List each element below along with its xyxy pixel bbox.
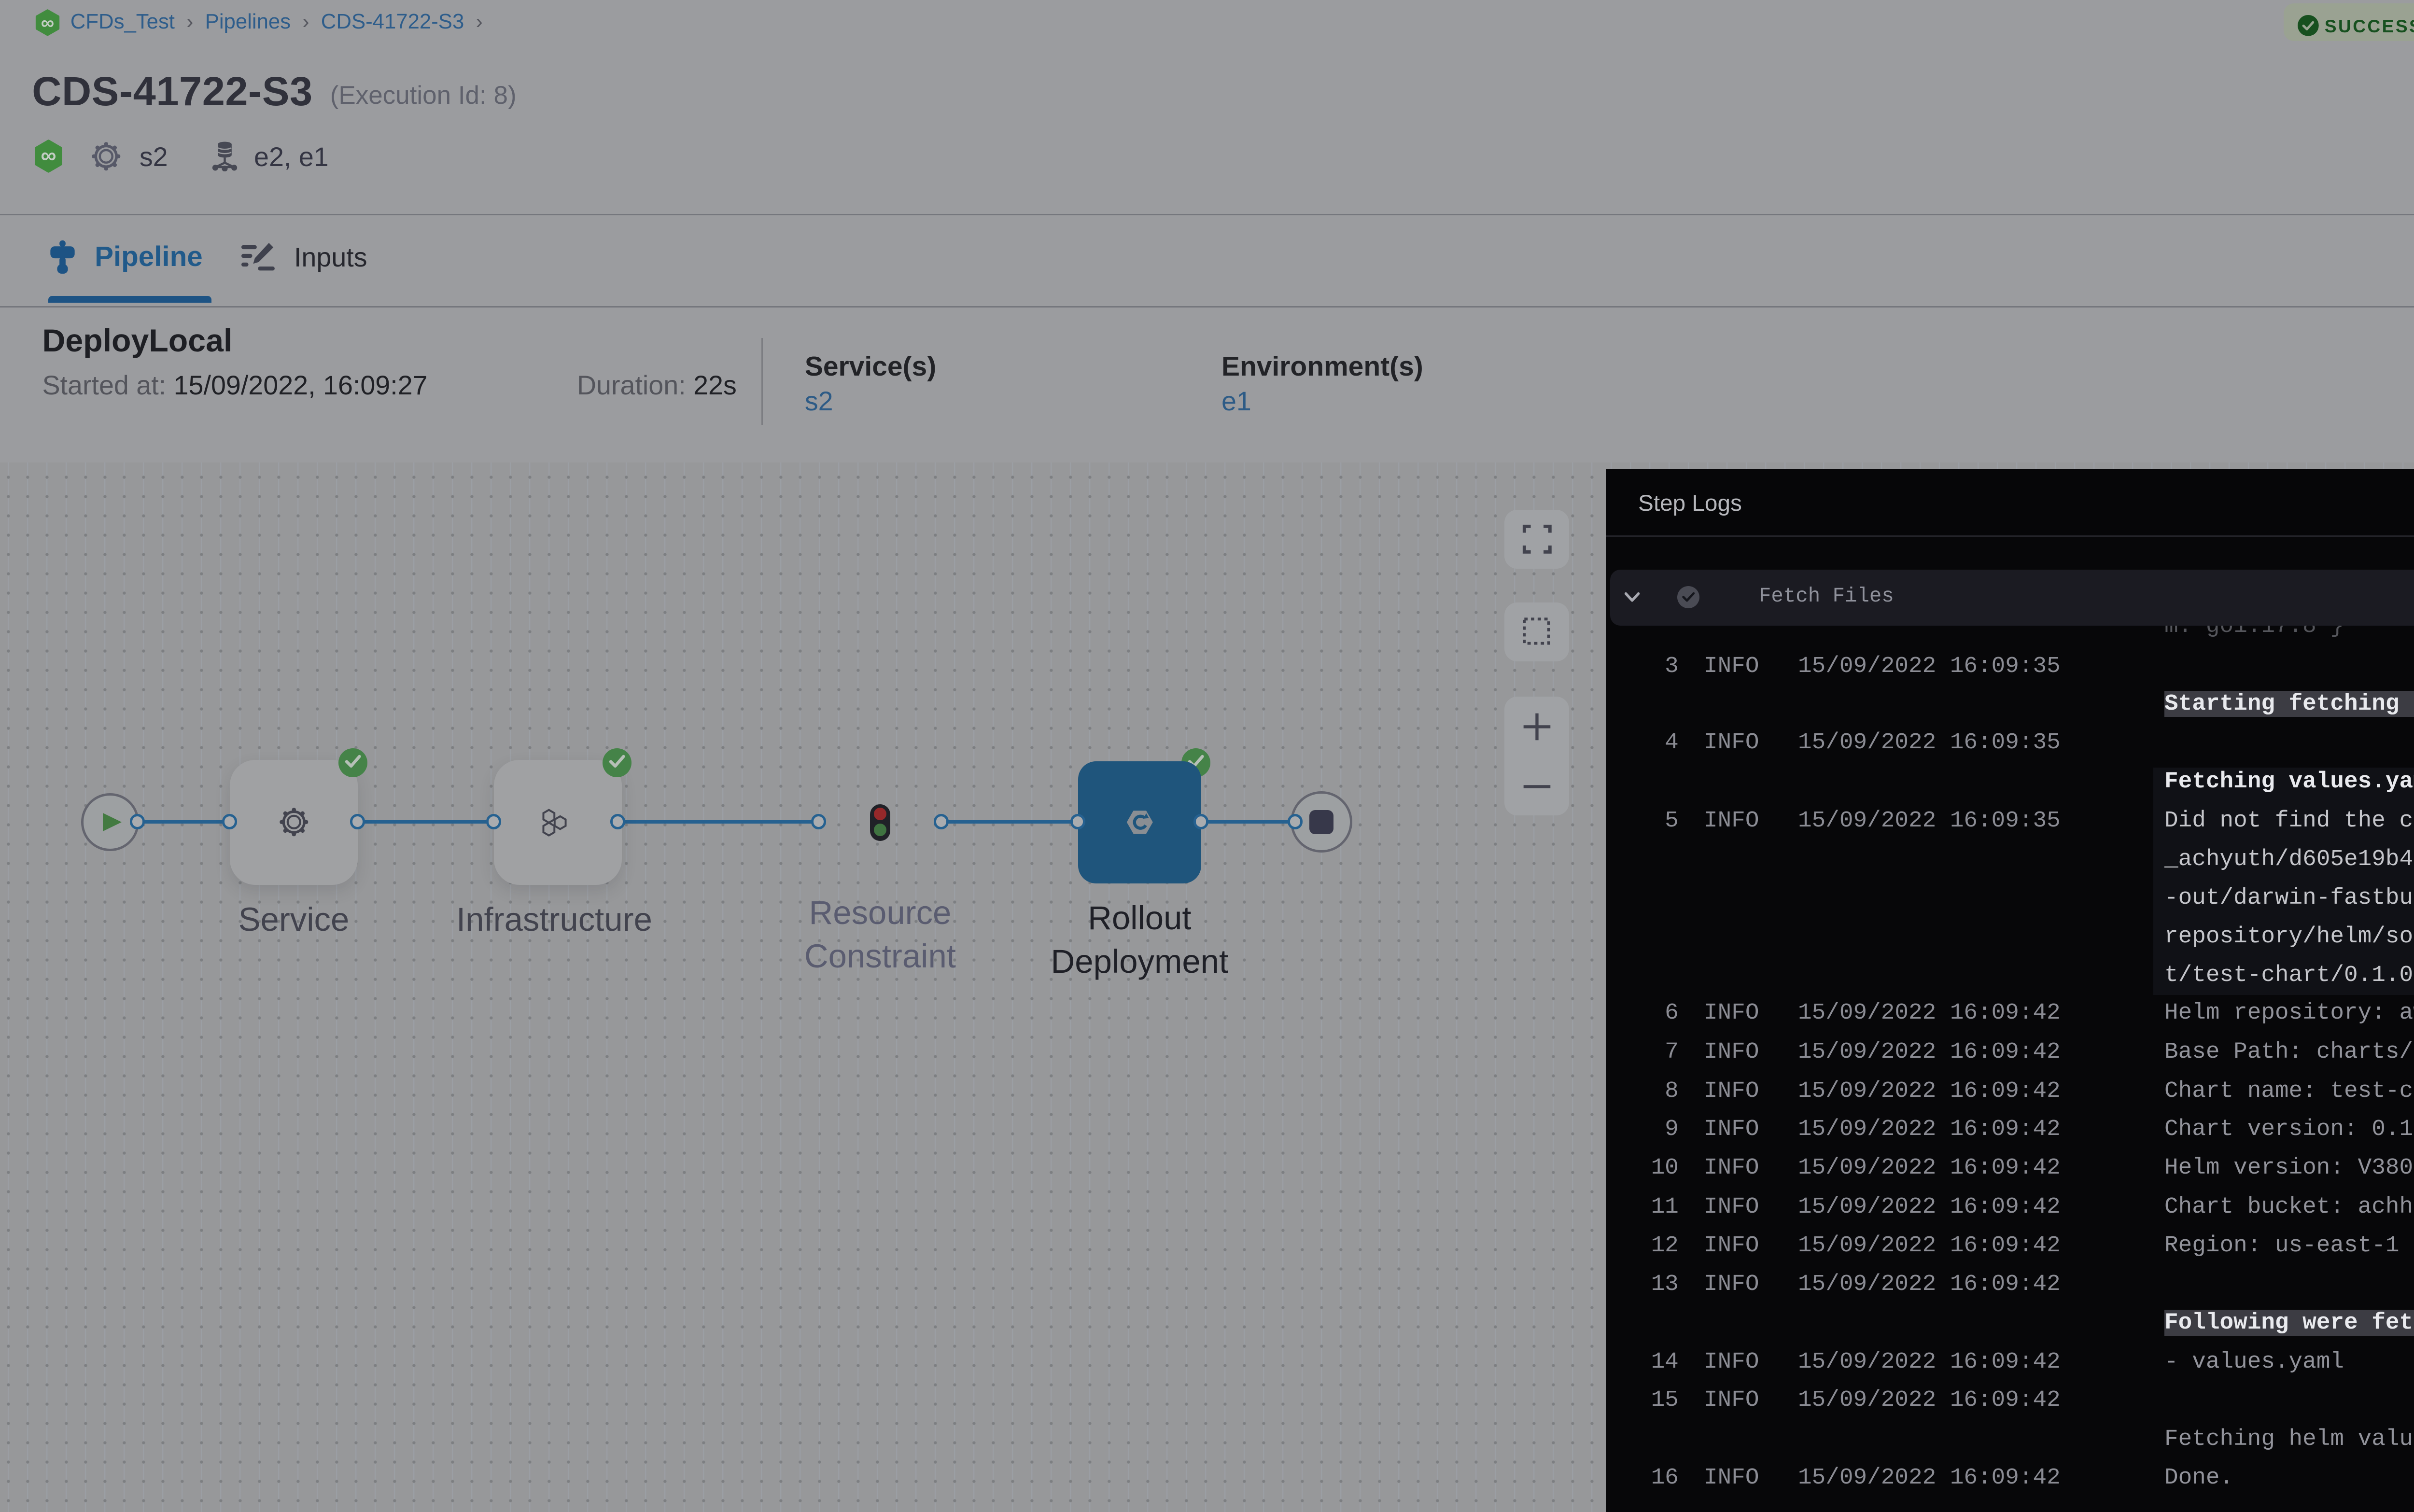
- svg-text:∞: ∞: [41, 143, 56, 168]
- svg-text:∞: ∞: [41, 12, 54, 33]
